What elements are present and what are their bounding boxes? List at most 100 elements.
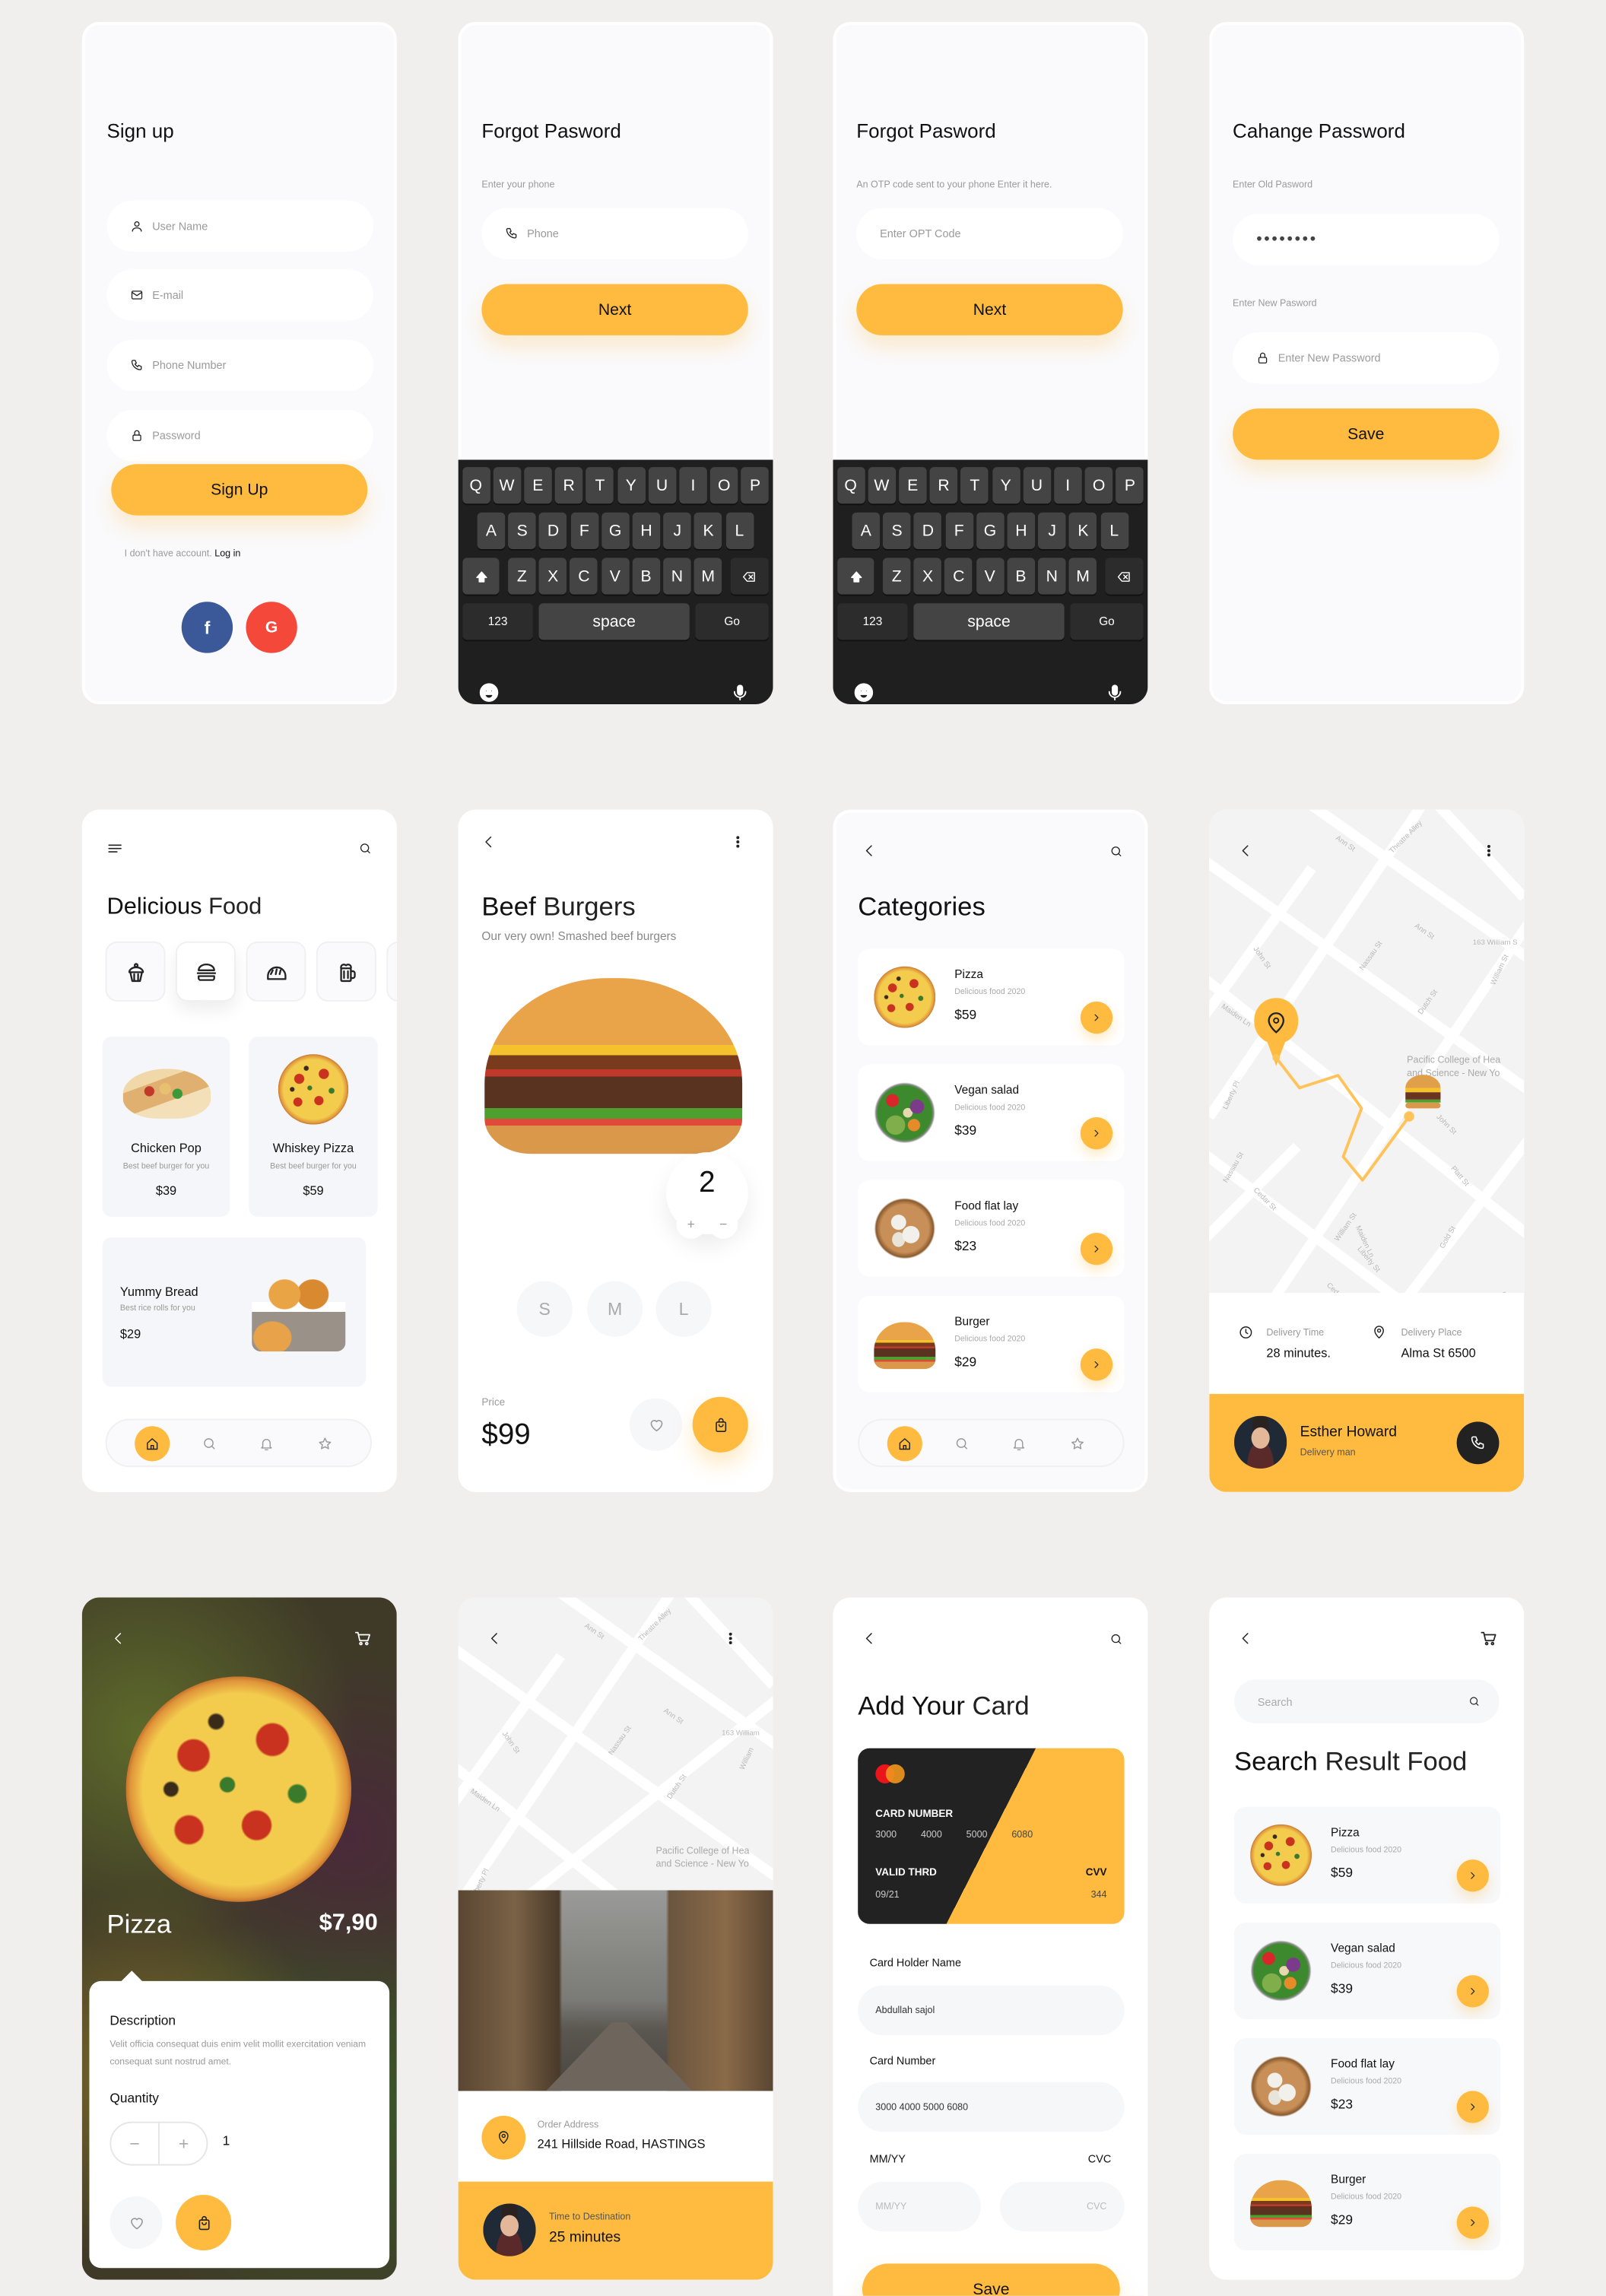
numbers-key[interactable]: 123 — [837, 603, 908, 640]
open-item-button[interactable] — [1080, 1233, 1113, 1265]
search-icon[interactable] — [1109, 1633, 1122, 1646]
key-l[interactable]: L — [725, 512, 754, 549]
key-s[interactable]: S — [508, 512, 537, 549]
key-p[interactable]: P — [741, 467, 770, 504]
back-icon[interactable] — [862, 843, 877, 858]
key-b[interactable]: B — [632, 557, 660, 595]
key-e[interactable]: E — [898, 467, 927, 504]
nav-search[interactable] — [944, 1426, 979, 1461]
nav-notifications[interactable] — [249, 1426, 284, 1461]
size-l-button[interactable]: L — [655, 1281, 712, 1337]
decrease-button[interactable]: − — [111, 2123, 160, 2164]
favorite-button[interactable] — [110, 2196, 163, 2250]
key-x[interactable]: X — [913, 557, 942, 595]
key-k[interactable]: K — [694, 512, 722, 549]
open-item-button[interactable] — [1456, 1859, 1489, 1892]
key-v[interactable]: V — [601, 557, 630, 595]
food-tile[interactable]: Chicken Pop Best beef burger for you $39 — [102, 1037, 230, 1217]
key-u[interactable]: U — [648, 467, 676, 504]
nav-notifications[interactable] — [1001, 1426, 1036, 1461]
menu-icon[interactable] — [107, 840, 123, 856]
food-list-item[interactable]: Food flat lay Delicious food 2020 $23 — [1233, 2037, 1501, 2136]
key-h[interactable]: H — [1007, 512, 1036, 549]
more-icon[interactable] — [723, 1631, 738, 1646]
card-holder-field[interactable]: Abdullah sajol — [858, 1985, 1125, 2036]
open-item-button[interactable] — [1080, 1001, 1113, 1034]
nav-search[interactable] — [192, 1426, 227, 1461]
key-k[interactable]: K — [1069, 512, 1097, 549]
food-list-item[interactable]: Burger Delicious food 2020 $29 — [1233, 2154, 1501, 2251]
food-list-item[interactable]: Vegan salad Delicious food 2020 $39 — [858, 1064, 1125, 1161]
category-bread[interactable] — [246, 941, 306, 1002]
key-m[interactable]: M — [694, 557, 722, 595]
open-item-button[interactable] — [1456, 2091, 1489, 2123]
phone-field[interactable]: Phone Number — [106, 339, 373, 392]
search-input[interactable]: Search — [1233, 1679, 1500, 1724]
food-list-item[interactable]: Burger Delicious food 2020 $29 — [858, 1295, 1125, 1393]
key-r[interactable]: R — [554, 467, 583, 504]
open-item-button[interactable] — [1080, 1116, 1113, 1150]
key-j[interactable]: J — [1038, 512, 1066, 549]
category-burger[interactable] — [176, 941, 236, 1002]
favorite-button[interactable] — [629, 1398, 683, 1451]
cvc-field[interactable]: CVC — [999, 2181, 1125, 2232]
key-p[interactable]: P — [1116, 467, 1144, 504]
add-to-cart-button[interactable] — [176, 2194, 232, 2251]
microphone-icon[interactable] — [1106, 682, 1125, 703]
key-r[interactable]: R — [929, 467, 958, 504]
key-j[interactable]: J — [663, 512, 692, 549]
call-button[interactable] — [1456, 1421, 1500, 1465]
key-i[interactable]: I — [679, 467, 707, 504]
key-o[interactable]: O — [1084, 467, 1113, 504]
space-key[interactable]: space — [538, 603, 690, 640]
key-e[interactable]: E — [524, 467, 552, 504]
emoji-icon[interactable] — [853, 682, 874, 703]
key-a[interactable]: A — [477, 512, 506, 549]
new-password-field[interactable]: Enter New Password — [1233, 332, 1500, 384]
food-list-item[interactable]: Pizza Delicious food 2020 $59 — [1233, 1806, 1501, 1904]
key-f[interactable]: F — [944, 512, 973, 549]
phone-field[interactable]: Phone — [481, 208, 748, 259]
go-key[interactable]: Go — [1070, 603, 1144, 640]
nav-favorites[interactable] — [307, 1426, 342, 1461]
email-field[interactable]: E-mail — [106, 269, 373, 321]
key-a[interactable]: A — [852, 512, 881, 549]
decrease-button[interactable]: − — [708, 1209, 738, 1239]
back-icon[interactable] — [1239, 1631, 1253, 1646]
food-list-item[interactable]: Pizza Delicious food 2020 $59 — [858, 948, 1125, 1046]
key-i[interactable]: I — [1053, 467, 1082, 504]
key-m[interactable]: M — [1068, 557, 1097, 595]
key-s[interactable]: S — [883, 512, 911, 549]
key-q[interactable]: Q — [836, 467, 865, 504]
open-item-button[interactable] — [1456, 1975, 1489, 2008]
key-u[interactable]: U — [1023, 467, 1051, 504]
featured-food-tile[interactable]: Yummy Bread Best rice rolls for you $29 — [102, 1237, 367, 1387]
key-n[interactable]: N — [1038, 557, 1066, 595]
back-icon[interactable] — [487, 1631, 502, 1646]
search-icon[interactable] — [1468, 1695, 1480, 1707]
key-z[interactable]: Z — [508, 557, 536, 595]
key-c[interactable]: C — [570, 557, 598, 595]
key-d[interactable]: D — [914, 512, 942, 549]
cart-icon[interactable] — [1480, 1630, 1497, 1647]
expiry-field[interactable]: MM/YY — [858, 2181, 981, 2232]
next-button[interactable]: Next — [481, 284, 748, 335]
back-icon[interactable] — [111, 1631, 125, 1646]
emoji-icon[interactable] — [479, 682, 500, 703]
numbers-key[interactable]: 123 — [462, 603, 533, 640]
otp-field[interactable]: Enter OPT Code — [856, 208, 1123, 259]
go-key[interactable]: Go — [695, 603, 769, 640]
key-b[interactable]: B — [1007, 557, 1035, 595]
key-o[interactable]: O — [709, 467, 738, 504]
search-icon[interactable] — [1109, 845, 1122, 858]
food-list-item[interactable]: Food flat lay Delicious food 2020 $23 — [858, 1180, 1125, 1277]
save-button[interactable]: Save — [862, 2263, 1120, 2296]
add-to-cart-button[interactable] — [692, 1396, 748, 1453]
microphone-icon[interactable] — [731, 682, 750, 703]
key-w[interactable]: W — [493, 467, 521, 504]
key-t[interactable]: T — [586, 467, 614, 504]
google-button[interactable]: G — [246, 602, 297, 653]
more-icon[interactable] — [731, 834, 745, 849]
key-d[interactable]: D — [539, 512, 567, 549]
cart-icon[interactable] — [354, 1630, 372, 1647]
